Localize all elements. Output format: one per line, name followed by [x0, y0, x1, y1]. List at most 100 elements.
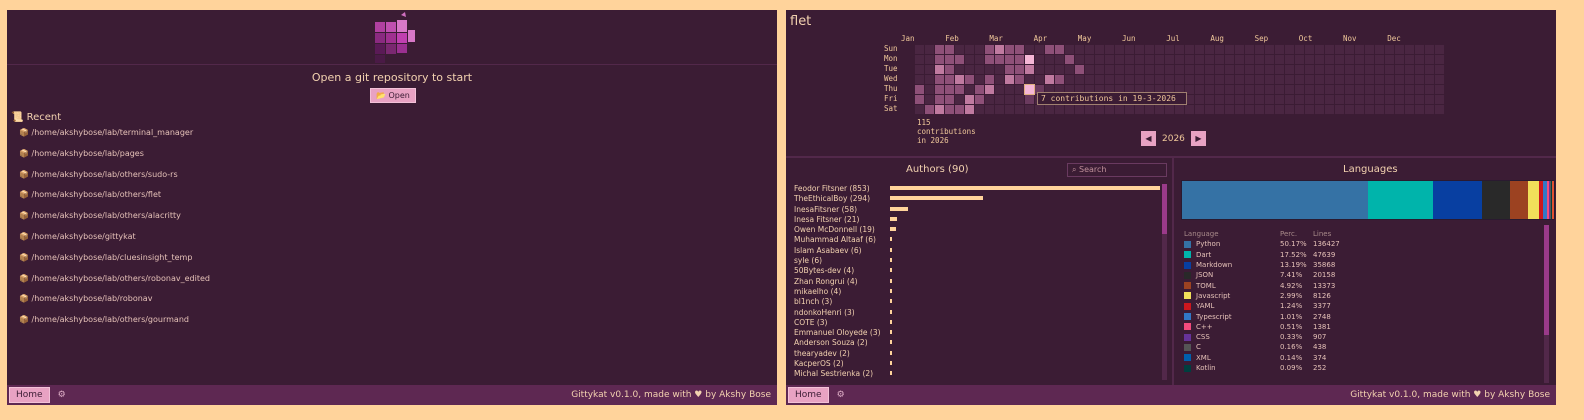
heatmap-cell[interactable] [1125, 45, 1134, 54]
heatmap-cell[interactable] [965, 75, 974, 84]
heatmap-cell[interactable] [1065, 45, 1074, 54]
heatmap-cell[interactable] [915, 45, 924, 54]
heatmap-cell[interactable] [1255, 55, 1264, 64]
heatmap-cell[interactable] [945, 85, 954, 94]
heatmap-cell[interactable] [1415, 75, 1424, 84]
heatmap-cell[interactable] [1025, 65, 1034, 74]
heatmap-cell[interactable] [925, 65, 934, 74]
author-row[interactable]: TheEthicalBoy (294) [794, 194, 1164, 204]
heatmap-cell[interactable] [1185, 75, 1194, 84]
heatmap-cell[interactable] [925, 75, 934, 84]
heatmap-cell[interactable] [1275, 85, 1284, 94]
heatmap-cell[interactable] [1135, 55, 1144, 64]
heatmap-cell[interactable] [1125, 105, 1134, 114]
heatmap-cell[interactable] [945, 105, 954, 114]
heatmap-cell[interactable] [1005, 55, 1014, 64]
heatmap-cell[interactable] [1195, 85, 1204, 94]
heatmap-cell[interactable] [1125, 75, 1134, 84]
heatmap-cell[interactable] [1435, 95, 1444, 104]
heatmap-cell[interactable] [1135, 75, 1144, 84]
heatmap-cell[interactable] [1055, 45, 1064, 54]
recent-item[interactable]: 📦 /home/akshybose/lab/others/sudo-rs [19, 170, 210, 191]
recent-item[interactable]: 📦 /home/akshybose/lab/pages [19, 149, 210, 170]
heatmap-cell[interactable] [1045, 45, 1054, 54]
heatmap-cell[interactable] [1435, 75, 1444, 84]
heatmap-cell[interactable] [945, 75, 954, 84]
heatmap-cell[interactable] [1295, 65, 1304, 74]
heatmap-cell[interactable] [1265, 95, 1274, 104]
heatmap-cell[interactable] [1425, 85, 1434, 94]
heatmap-cell[interactable] [945, 65, 954, 74]
heatmap-cell[interactable] [935, 45, 944, 54]
heatmap-cell[interactable] [1035, 105, 1044, 114]
gear-icon[interactable]: ⚙ [58, 390, 66, 400]
heatmap-cell[interactable] [1415, 105, 1424, 114]
heatmap-cell[interactable] [1065, 105, 1074, 114]
heatmap-cell[interactable] [1345, 85, 1354, 94]
heatmap-cell[interactable] [1185, 45, 1194, 54]
heatmap-cell[interactable] [1165, 105, 1174, 114]
heatmap-cell[interactable] [1435, 65, 1444, 74]
heatmap-cell[interactable] [1205, 105, 1214, 114]
author-row[interactable]: Anderson Souza (2) [794, 338, 1164, 348]
heatmap-cell[interactable] [1335, 105, 1344, 114]
heatmap-cell[interactable] [1325, 85, 1334, 94]
heatmap-cell[interactable] [945, 95, 954, 104]
prev-year-button[interactable]: ◀ [1141, 131, 1156, 146]
heatmap-cell[interactable] [1365, 85, 1374, 94]
heatmap-cell[interactable] [1205, 45, 1214, 54]
heatmap-cell[interactable] [1175, 75, 1184, 84]
heatmap-cell[interactable] [1025, 75, 1034, 84]
heatmap-cell[interactable] [1185, 105, 1194, 114]
heatmap-cell[interactable] [1225, 85, 1234, 94]
heatmap-cell[interactable] [995, 95, 1004, 104]
heatmap-cell[interactable] [945, 45, 954, 54]
author-row[interactable]: Muhammad Altaaf (6) [794, 235, 1164, 245]
heatmap-cell[interactable] [1005, 45, 1014, 54]
heatmap-cell[interactable] [1155, 65, 1164, 74]
heatmap-cell[interactable] [1135, 45, 1144, 54]
heatmap-cell[interactable] [1345, 95, 1354, 104]
heatmap-cell[interactable] [1395, 75, 1404, 84]
heatmap-cell[interactable] [1365, 95, 1374, 104]
heatmap-cell[interactable] [1315, 55, 1324, 64]
heatmap-cell[interactable] [1395, 95, 1404, 104]
heatmap-cell[interactable] [995, 65, 1004, 74]
heatmap-cell[interactable] [1285, 105, 1294, 114]
heatmap-cell[interactable] [1015, 85, 1024, 94]
heatmap-cell[interactable] [1035, 45, 1044, 54]
author-row[interactable]: syle (6) [794, 256, 1164, 266]
heatmap-cell[interactable] [1385, 105, 1394, 114]
heatmap-cell[interactable] [1295, 95, 1304, 104]
heatmap-cell[interactable] [1065, 65, 1074, 74]
heatmap-cell[interactable] [1355, 55, 1364, 64]
heatmap-cell[interactable] [1245, 55, 1254, 64]
heatmap-cell[interactable] [1205, 75, 1214, 84]
heatmap-cell[interactable] [1005, 85, 1014, 94]
heatmap-cell[interactable] [1255, 85, 1264, 94]
heatmap-cell[interactable] [1355, 85, 1364, 94]
heatmap-cell[interactable] [1235, 65, 1244, 74]
heatmap-cell[interactable] [1035, 65, 1044, 74]
heatmap-cell[interactable] [1265, 85, 1274, 94]
heatmap-cell[interactable] [1425, 75, 1434, 84]
heatmap-cell[interactable] [1395, 85, 1404, 94]
heatmap-cell[interactable] [1225, 75, 1234, 84]
heatmap-cell[interactable] [1295, 45, 1304, 54]
heatmap-cell[interactable] [1325, 105, 1334, 114]
author-row[interactable]: Michal Sestrienka (2) [794, 369, 1164, 379]
heatmap-cell[interactable] [1285, 85, 1294, 94]
heatmap-cell[interactable] [995, 85, 1004, 94]
heatmap-cell[interactable] [925, 45, 934, 54]
heatmap-cell[interactable] [955, 95, 964, 104]
heatmap-cell[interactable] [1385, 55, 1394, 64]
heatmap-cell[interactable] [985, 85, 994, 94]
heatmap-cell[interactable] [1165, 65, 1174, 74]
heatmap-cell[interactable] [1345, 65, 1354, 74]
heatmap-cell[interactable] [1085, 105, 1094, 114]
heatmap-cell[interactable] [1385, 45, 1394, 54]
heatmap-cell[interactable] [975, 55, 984, 64]
heatmap-cell[interactable] [1035, 75, 1044, 84]
heatmap-cell[interactable] [1265, 75, 1274, 84]
languages-scrollbar[interactable] [1544, 225, 1549, 383]
